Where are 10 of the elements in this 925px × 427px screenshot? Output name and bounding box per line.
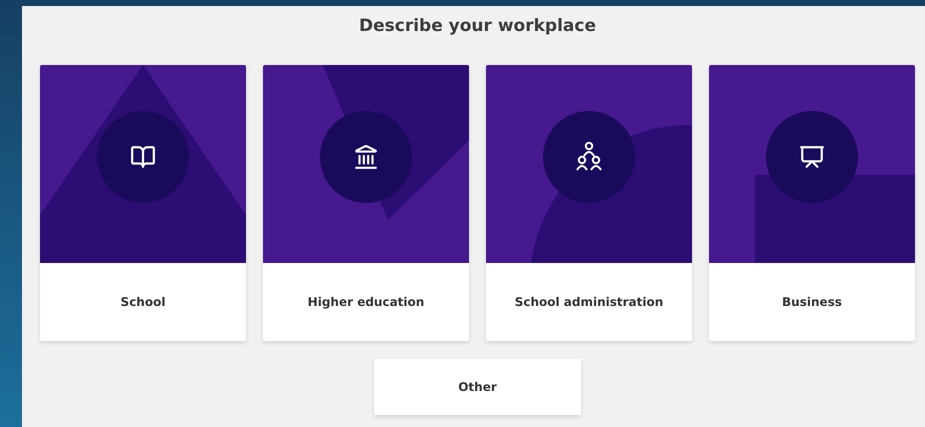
workplace-card[interactable]: Higher education — [263, 65, 469, 341]
people-icon — [576, 142, 602, 172]
workplace-card[interactable]: Business — [709, 65, 915, 341]
building-icon — [353, 144, 379, 170]
book-icon — [130, 144, 156, 170]
page-title: Describe your workplace — [359, 16, 596, 36]
workplace-card[interactable]: School — [40, 65, 246, 341]
chart-board-icon — [799, 144, 825, 170]
other-button[interactable]: Other — [374, 359, 581, 415]
workplace-card[interactable]: School administration — [486, 65, 692, 341]
